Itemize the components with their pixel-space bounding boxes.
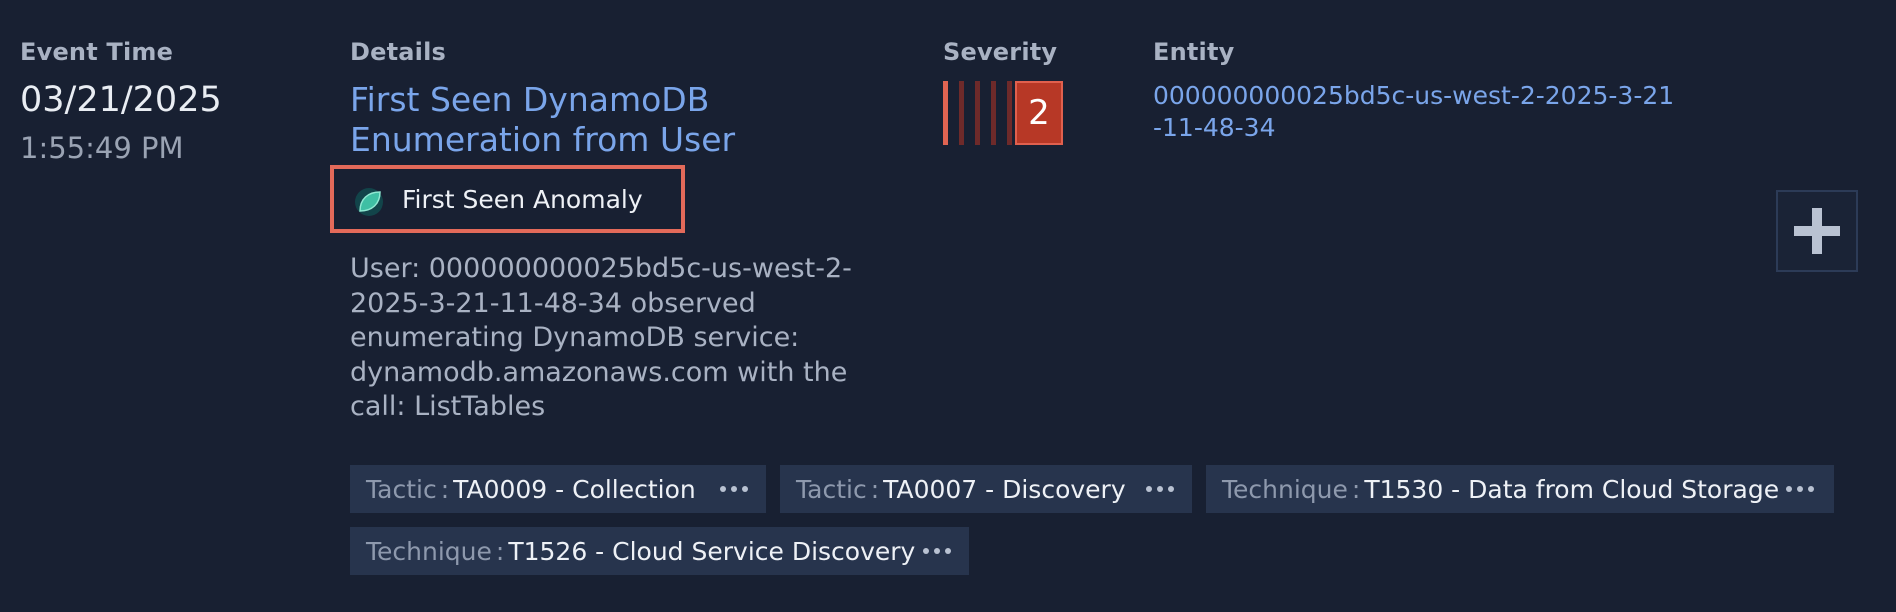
severity-meter — [943, 81, 1023, 145]
tag-separator: : — [870, 474, 880, 504]
tag-separator: : — [440, 474, 450, 504]
severity-bar — [959, 81, 964, 145]
event-time: 1:55:49 PM — [20, 131, 184, 165]
tag-separator: : — [1351, 474, 1361, 504]
tag-value: TA0009 - Collection — [453, 474, 696, 504]
entity-header: Entity — [1153, 38, 1235, 66]
more-icon[interactable] — [1786, 486, 1816, 492]
alert-row: Event Time Details Severity Entity 03/21… — [0, 0, 1896, 612]
severity-header: Severity — [943, 38, 1058, 66]
severity-bar — [943, 81, 948, 145]
tag-chip[interactable]: Tactic: TA0009 - Collection — [350, 465, 766, 513]
more-icon[interactable] — [1146, 486, 1176, 492]
tag-chip[interactable]: Technique: T1530 - Data from Cloud Storag… — [1206, 465, 1834, 513]
severity-bar — [991, 81, 996, 145]
leaf-icon — [355, 188, 383, 216]
event-time-header: Event Time — [20, 38, 174, 66]
tag-key: Tactic — [796, 474, 867, 504]
severity-bar — [975, 81, 980, 145]
tag-value: TA0007 - Discovery — [883, 474, 1126, 504]
anomaly-type-label: First Seen Anomaly — [402, 185, 643, 214]
more-icon[interactable] — [720, 486, 750, 492]
tag-chip[interactable]: Technique: T1526 - Cloud Service Discover… — [350, 527, 969, 575]
add-button[interactable] — [1776, 190, 1858, 272]
tag-chip[interactable]: Tactic: TA0007 - Discovery — [780, 465, 1192, 513]
event-date: 03/21/2025 — [20, 80, 222, 120]
entity-link[interactable]: 000000000025bd5c-us-west-2-2025-3-21-11-… — [1153, 80, 1683, 144]
severity-badge: 2 — [1015, 81, 1063, 145]
anomaly-type-badge: First Seen Anomaly — [330, 165, 685, 233]
tag-value: T1526 - Cloud Service Discovery — [508, 536, 916, 566]
alert-description: User: 000000000025bd5c-us-west-2-2025-3-… — [350, 253, 852, 422]
more-icon[interactable] — [923, 548, 953, 554]
severity-bar — [1007, 81, 1012, 145]
details-header: Details — [350, 38, 447, 66]
alert-title-link[interactable]: First Seen DynamoDB Enumeration from Use… — [350, 80, 890, 160]
tag-separator: : — [495, 536, 505, 566]
plus-icon — [1794, 208, 1840, 254]
tag-value: T1530 - Data from Cloud Storage — [1364, 474, 1780, 504]
tag-key: Tactic — [366, 474, 437, 504]
tag-key: Technique — [366, 536, 492, 566]
tag-key: Technique — [1222, 474, 1348, 504]
